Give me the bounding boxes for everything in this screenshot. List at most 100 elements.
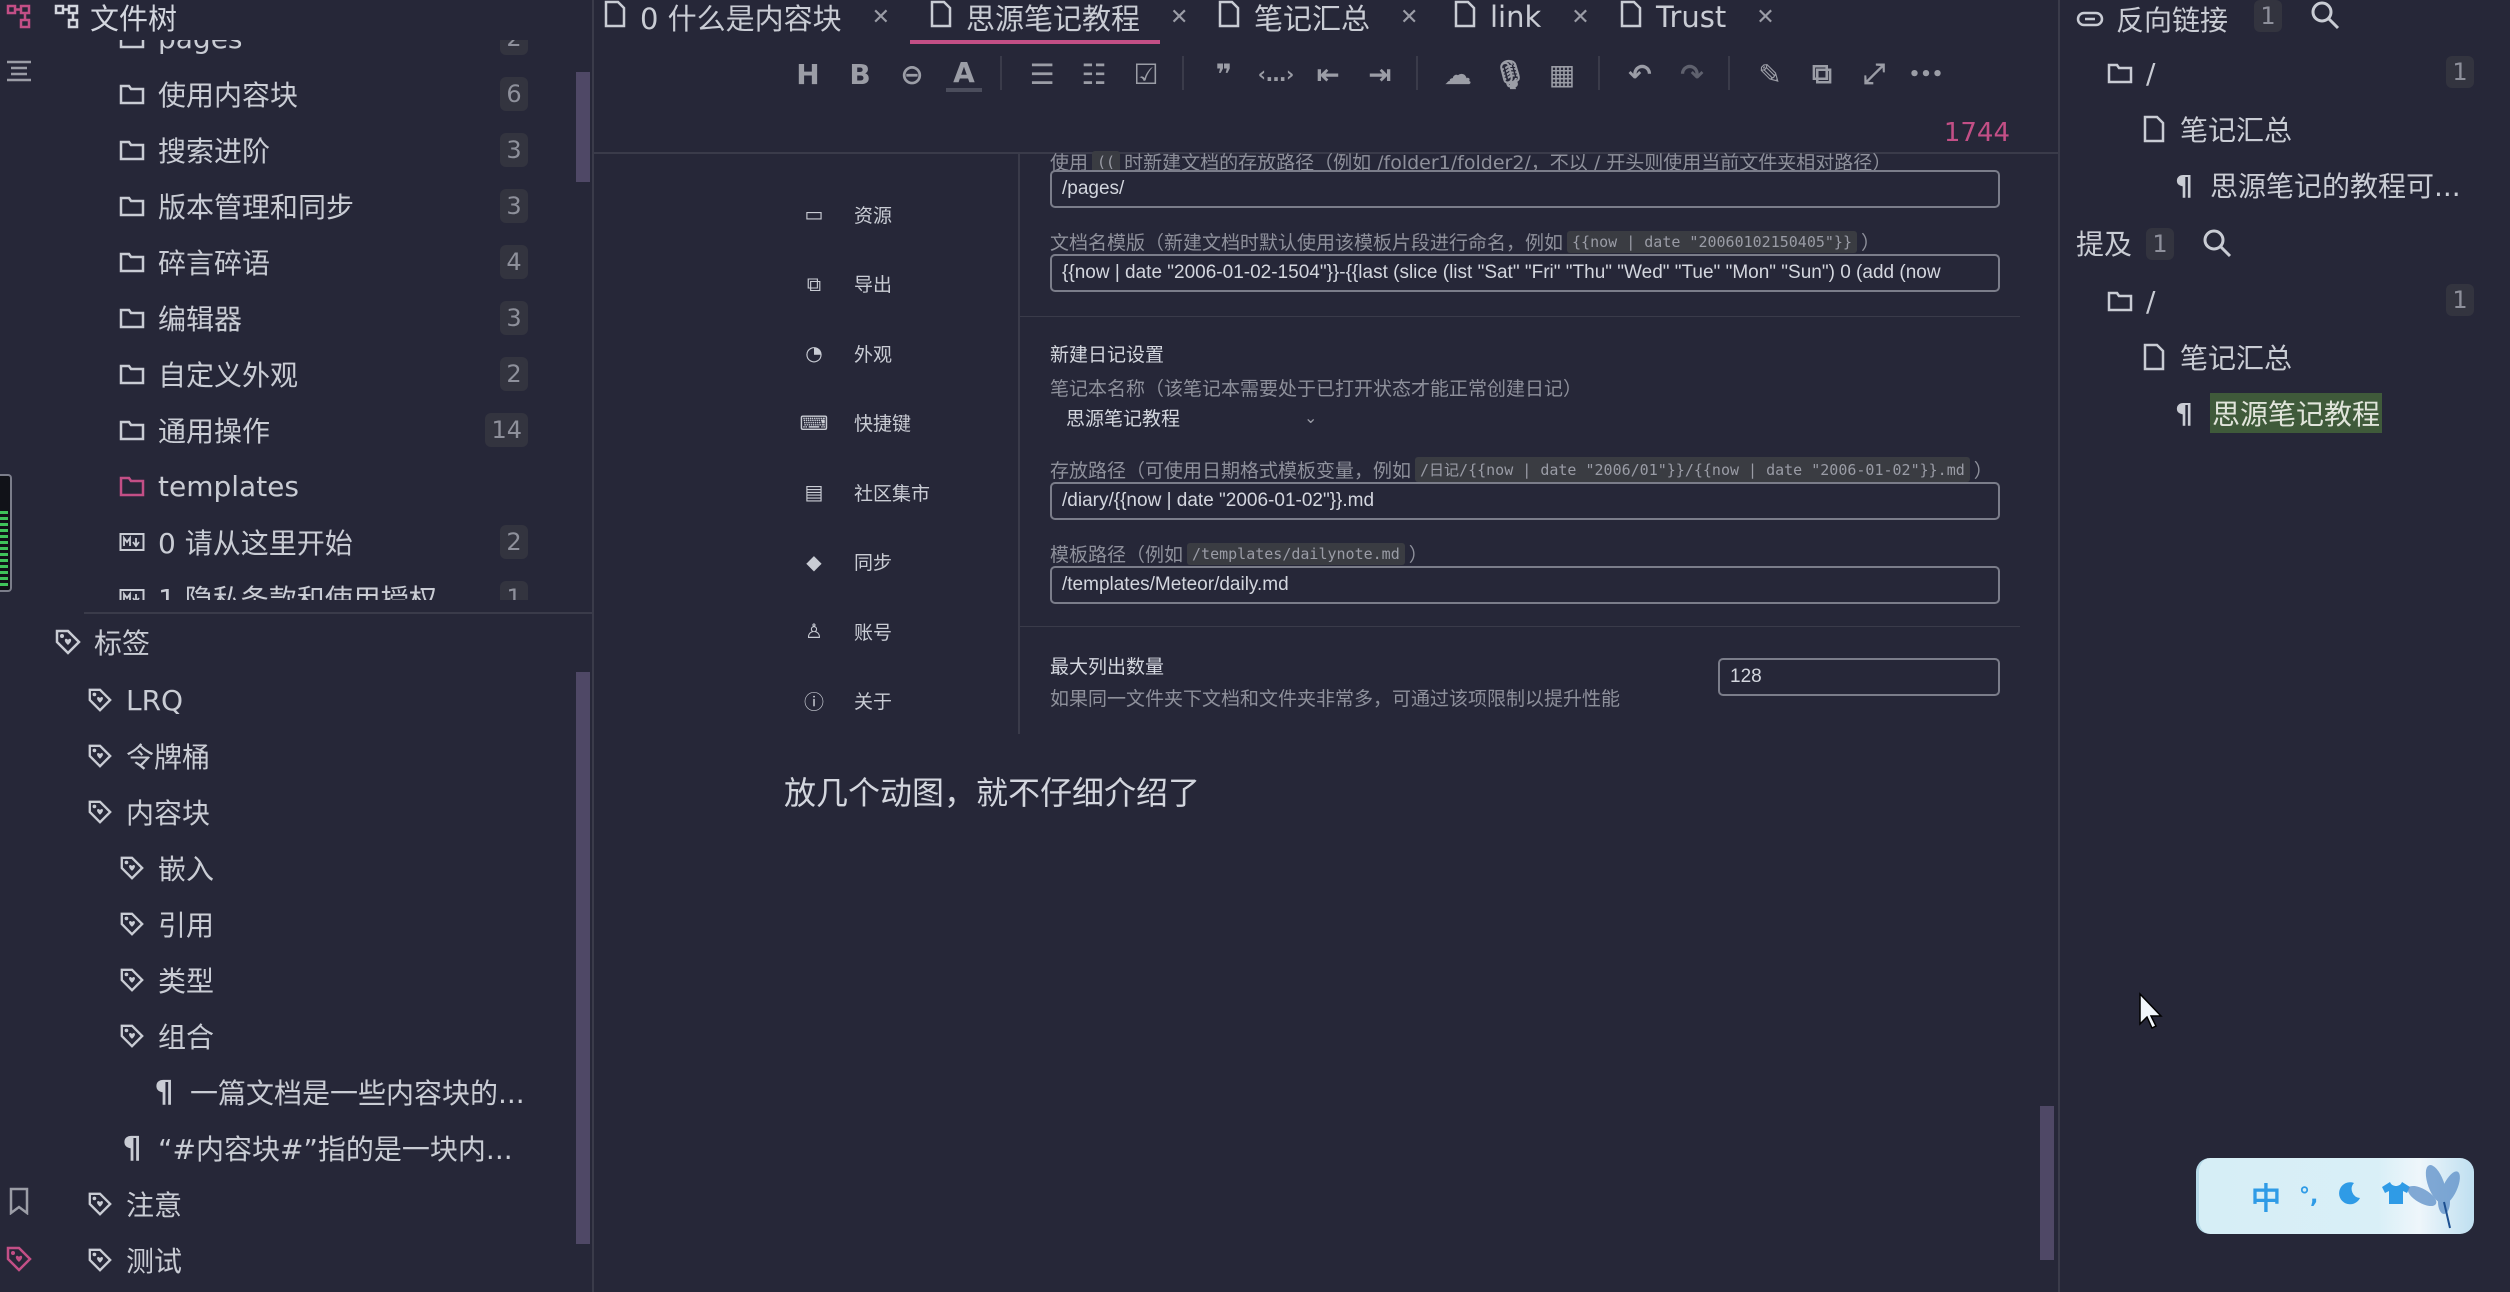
file-tree-scrollbar[interactable] [576, 72, 590, 182]
tag-item[interactable]: 引用 [118, 896, 592, 952]
editor-scrollbar[interactable] [2040, 1106, 2054, 1260]
backlinks-doc[interactable]: 笔记汇总 [2140, 104, 2292, 154]
backlinks-folder[interactable]: / [2106, 48, 2155, 98]
bookmark-icon[interactable] [4, 1186, 34, 1216]
tag-icon [86, 742, 114, 770]
file-tree-item[interactable]: 版本管理和同步 3 [118, 178, 588, 234]
file-tree-item[interactable]: 1 隐私条款和使用授权 1 [118, 570, 588, 600]
redo-icon[interactable]: ↷ [1674, 56, 1710, 92]
editor-paragraph[interactable]: 放几个动图，就不仔细介绍了 [784, 768, 1200, 814]
tab[interactable]: 思源笔记教程 ✕ [930, 0, 1188, 36]
settings-nav-label: 关于 [854, 691, 893, 713]
inline-code-icon[interactable]: ‹…› [1258, 56, 1294, 92]
mentions-header[interactable]: 提及 [2076, 218, 2132, 268]
close-icon[interactable]: ✕ [1756, 5, 1774, 30]
tag-item[interactable]: LRQ [86, 672, 592, 728]
close-icon[interactable]: ✕ [1571, 5, 1589, 30]
tag-item[interactable]: 类型 [118, 952, 592, 1008]
backlinks-header[interactable]: 反向链接 [2076, 0, 2228, 44]
settings-nav-item[interactable]: ♙ 账号 [802, 611, 1002, 651]
moon-icon[interactable] [2336, 1179, 2362, 1214]
font-color-icon[interactable]: A [946, 56, 982, 92]
quote-icon[interactable]: ❞ [1206, 56, 1242, 92]
tag-item[interactable]: 测试 [86, 1232, 592, 1288]
link-icon[interactable]: ⊖ [894, 56, 930, 92]
ime-punctuation[interactable]: °, [2299, 1184, 2318, 1209]
folder-icon [118, 80, 146, 108]
tag-item[interactable]: 内容块 [86, 784, 592, 840]
save-path-input[interactable]: /diary/{{now | date "2006-01-02"}}.md [1050, 482, 2000, 520]
tags-header[interactable]: 标签 [54, 614, 592, 670]
ime-toolbar[interactable]: 中 °, [2196, 1158, 2474, 1234]
tag-item[interactable]: 注意 [86, 1176, 592, 1232]
settings-nav-item[interactable]: ▤ 社区集市 [802, 472, 1002, 512]
tag-block-item[interactable]: ¶ “#内容块#”指的是一块内... [118, 1120, 592, 1176]
mentions-doc[interactable]: 笔记汇总 [2140, 332, 2292, 382]
search-icon[interactable] [2310, 0, 2342, 34]
tag-icon[interactable] [4, 1244, 34, 1274]
search-icon[interactable] [2202, 228, 2234, 262]
file-tree-item[interactable]: 通用操作 14 [118, 402, 588, 458]
fullscreen-icon[interactable]: ⤢ [1856, 56, 1892, 92]
close-icon[interactable]: ✕ [872, 5, 890, 30]
heading-icon[interactable]: H [790, 56, 826, 92]
close-icon[interactable]: ✕ [1170, 5, 1188, 30]
edit-mode-icon[interactable]: ✎ [1752, 56, 1788, 92]
link-icon [2076, 5, 2104, 33]
file-tree-icon [54, 4, 79, 29]
file-tree-icon[interactable] [4, 2, 34, 32]
settings-nav-item[interactable]: ▭ 资源 [802, 194, 1002, 234]
outdent-icon[interactable]: ⇤ [1310, 56, 1346, 92]
bullet-list-icon[interactable]: ☰ [1024, 56, 1060, 92]
indent-icon[interactable]: ⇥ [1362, 56, 1398, 92]
file-tree-item[interactable]: 0 请从这里开始 2 [118, 514, 588, 570]
tag-item[interactable]: 令牌桶 [86, 728, 592, 784]
table-icon[interactable]: ▦ [1544, 56, 1580, 92]
settings-nav-item[interactable]: ◔ 外观 [802, 333, 1002, 373]
file-tree-item[interactable]: 搜索进阶 3 [118, 122, 588, 178]
tab[interactable]: Trust ✕ [1620, 0, 1775, 34]
max-list-input[interactable]: 128 [1718, 658, 2000, 696]
settings-nav-label: 同步 [854, 552, 893, 574]
record-icon[interactable]: 🎙 [1492, 56, 1528, 92]
tag-item[interactable]: 嵌入 [118, 840, 592, 896]
upload-icon[interactable]: ☁ [1440, 56, 1476, 92]
close-icon[interactable]: ✕ [1400, 5, 1418, 30]
settings-nav-item[interactable]: ⌨ 快捷键 [800, 403, 1002, 443]
ref-path-input[interactable]: /pages/ [1050, 170, 2000, 208]
template-path-label: 模板路径（例如/templates/dailynote.md） [1050, 542, 1428, 566]
file-tree-item[interactable]: 使用内容块 6 [118, 66, 588, 122]
template-path-input[interactable]: /templates/Meteor/daily.md [1050, 566, 2000, 604]
backlinks-block[interactable]: ¶ 思源笔记的教程可... [2170, 160, 2461, 210]
more-icon[interactable]: ••• [1908, 56, 1944, 92]
ordered-list-icon[interactable]: ☷ [1076, 56, 1112, 92]
file-icon [2140, 343, 2168, 371]
tab[interactable]: 笔记汇总 ✕ [1218, 0, 1418, 36]
undo-icon[interactable]: ↶ [1622, 56, 1658, 92]
file-tree-item[interactable]: 编辑器 3 [118, 290, 588, 346]
bold-icon[interactable]: B [842, 56, 878, 92]
tag-item[interactable]: 组合 [118, 1008, 592, 1064]
activity-bar [0, 0, 48, 1292]
settings-nav-item[interactable]: ⧉ 导出 [802, 264, 1002, 304]
notebook-select[interactable]: 思源笔记教程 ⌄ [1066, 404, 1317, 431]
tags-scrollbar[interactable] [576, 672, 590, 1244]
mentions-block[interactable]: ¶ 思源笔记教程 [2170, 388, 2383, 438]
file-tree-item[interactable]: 自定义外观 2 [118, 346, 588, 402]
mentions-folder[interactable]: / [2106, 276, 2155, 326]
checklist-icon[interactable]: ☑ [1128, 56, 1164, 92]
file-tree-item[interactable]: templates [118, 458, 588, 514]
tag-icon [86, 686, 114, 714]
export-icon: ⧉ [806, 271, 822, 296]
ime-mode[interactable]: 中 [2251, 1174, 2281, 1218]
file-tree-item[interactable]: 碎言碎语 4 [118, 234, 588, 290]
tab[interactable]: 0 什么是内容块 ✕ [604, 0, 890, 36]
outline-icon[interactable] [4, 56, 34, 86]
file-tree-item[interactable]: pages 2 [118, 40, 588, 66]
open-external-icon[interactable]: ⧉ [1804, 56, 1840, 92]
tab[interactable]: link ✕ [1454, 0, 1590, 34]
tag-block-item[interactable]: ¶ 一篇文档是一些内容块的... [150, 1064, 592, 1120]
doc-name-input[interactable]: {{now | date "2006-01-02-1504"}}-{{last … [1050, 254, 2000, 292]
settings-nav-item[interactable]: ◆ 同步 [802, 542, 1002, 582]
settings-nav-item[interactable]: ⓘ 关于 [802, 681, 1002, 721]
